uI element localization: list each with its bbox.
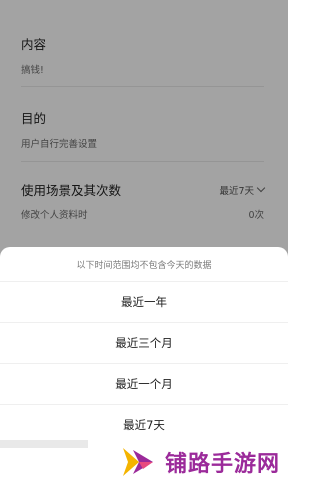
watermark-logo-icon <box>122 448 153 476</box>
option-last-month[interactable]: 最近一个月 <box>0 364 288 405</box>
sheet-bottom-bar <box>0 440 88 448</box>
sheet-hint: 以下时间范围均不包含今天的数据 <box>0 247 288 282</box>
watermark-text: 铺路手游网 <box>164 452 280 477</box>
option-last-7-days[interactable]: 最近7天 <box>0 405 288 445</box>
option-last-three-months[interactable]: 最近三个月 <box>0 323 288 364</box>
option-last-year[interactable]: 最近一年 <box>0 282 288 323</box>
watermark: 铺路手游网 <box>119 442 280 482</box>
